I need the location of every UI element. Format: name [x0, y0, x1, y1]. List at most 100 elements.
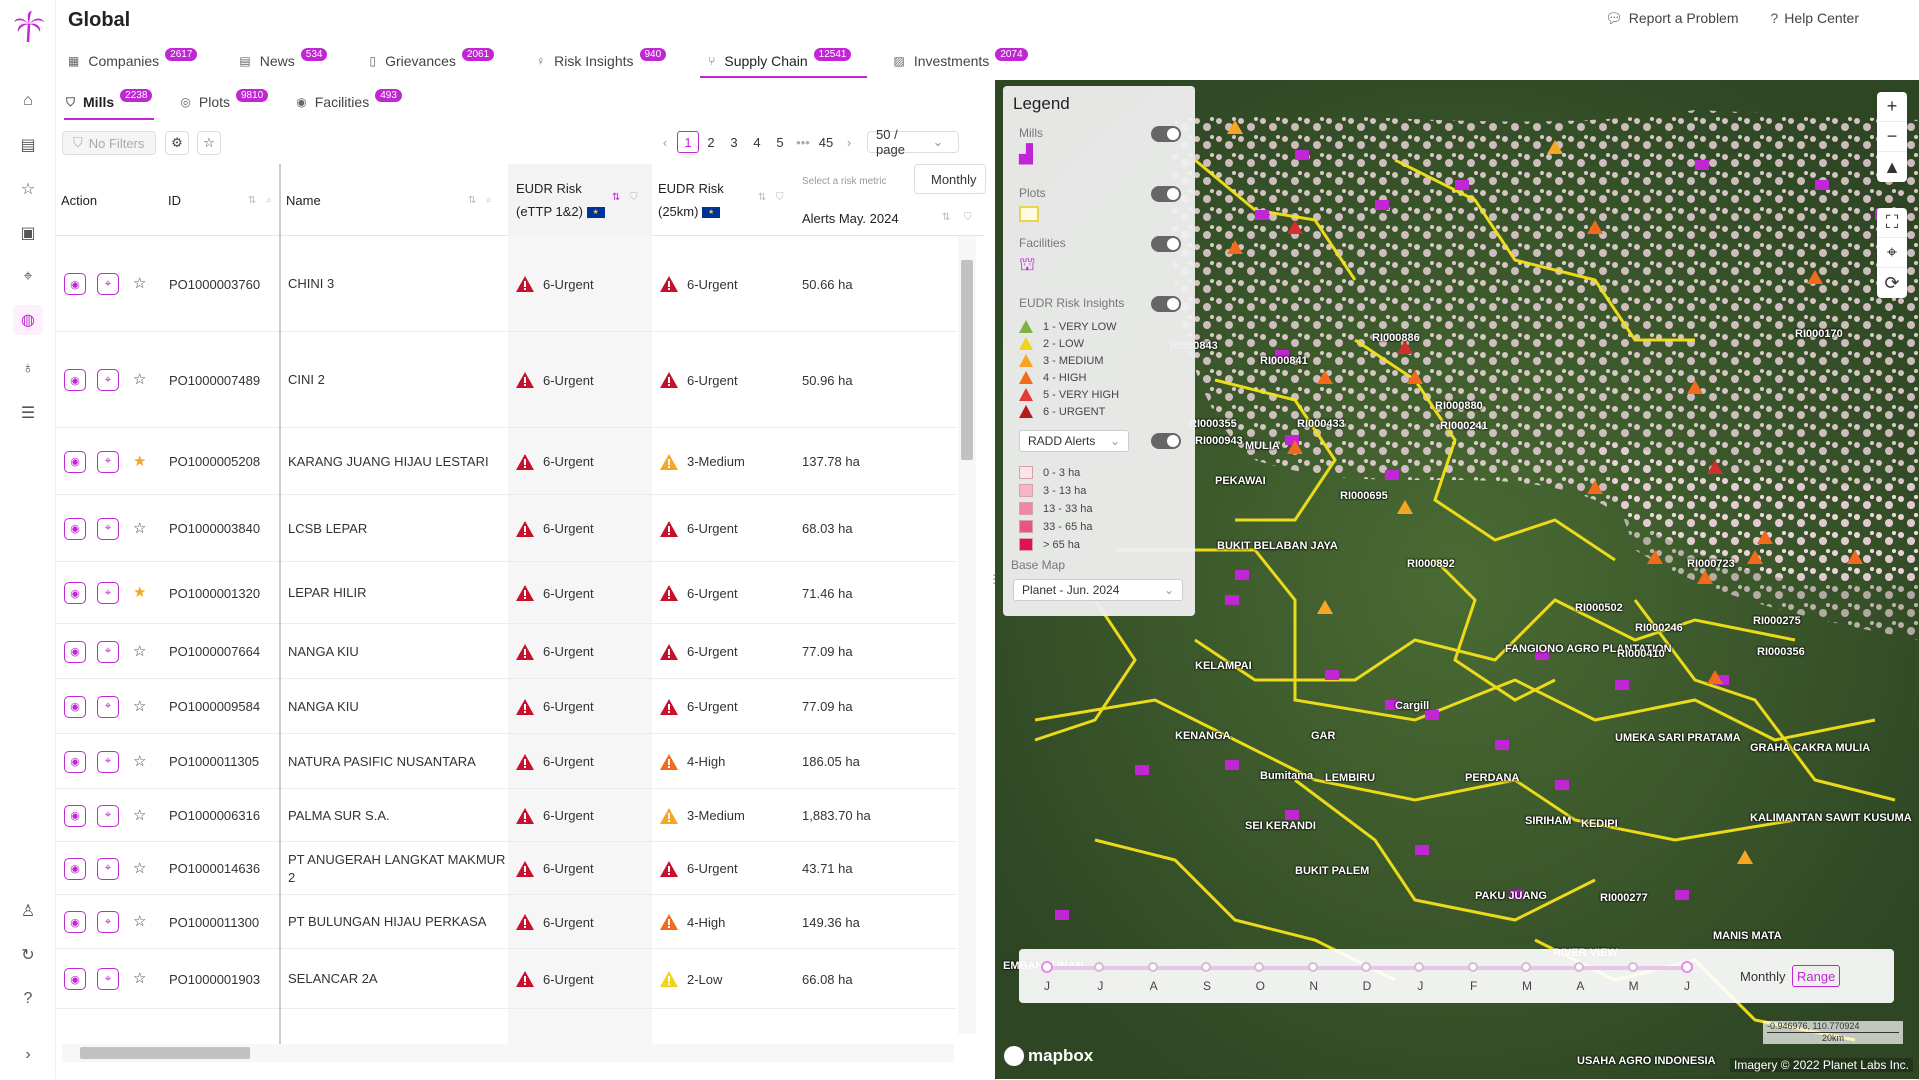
- slider-handle[interactable]: [1681, 961, 1693, 973]
- view-button[interactable]: ◉: [64, 968, 86, 990]
- header-eudr-ettp[interactable]: EUDR Risk (eTTP 1&2) ★ ⇅ ⛉: [508, 164, 652, 236]
- logout-nav-icon[interactable]: ↻: [13, 940, 43, 970]
- star-nav-icon[interactable]: ☆: [13, 174, 43, 204]
- horizontal-scrollbar[interactable]: [62, 1044, 954, 1062]
- scroll-thumb[interactable]: [961, 260, 973, 460]
- range-button[interactable]: Range: [1792, 965, 1841, 987]
- view-button[interactable]: ◉: [64, 750, 86, 773]
- plots-toggle[interactable]: [1151, 186, 1181, 202]
- eudr-toggle[interactable]: [1151, 296, 1181, 312]
- view-button[interactable]: ◉: [64, 911, 86, 933]
- sort-icon[interactable]: ⇅: [248, 195, 256, 206]
- favorite-star-icon[interactable]: ☆: [133, 642, 146, 660]
- help-nav-icon[interactable]: ?: [13, 984, 43, 1014]
- slider-mark[interactable]: [1414, 962, 1425, 972]
- view-button[interactable]: ◉: [64, 273, 86, 295]
- subtab-mills[interactable]: ⛉ Mills 2238: [63, 88, 155, 120]
- locate-on-map-button[interactable]: ⌖: [97, 640, 119, 663]
- favorite-star-icon[interactable]: ★: [133, 452, 146, 470]
- locate-button[interactable]: ⌖: [1877, 238, 1907, 268]
- locate-on-map-button[interactable]: ⌖: [97, 857, 119, 880]
- table-row[interactable]: ◉ ⌖ ★ PO1000001320 LEPAR HILIR 6-Urgent 6-Urge…: [56, 562, 956, 624]
- slider-mark[interactable]: [1307, 962, 1318, 972]
- no-filters-button[interactable]: ⛉ No Filters: [62, 131, 156, 155]
- locate-on-map-button[interactable]: ⌖: [97, 517, 119, 540]
- page-5[interactable]: 5: [769, 131, 791, 153]
- page-45[interactable]: 45: [815, 131, 837, 153]
- locate-on-map-button[interactable]: ⌖: [97, 968, 119, 990]
- tab-supply-chain[interactable]: ⑂ Supply Chain 12541: [700, 46, 868, 78]
- locate-on-map-button[interactable]: ⌖: [97, 911, 119, 933]
- view-button[interactable]: ◉: [64, 695, 86, 718]
- favorite-star-icon[interactable]: ☆: [133, 912, 146, 930]
- facilities-toggle[interactable]: [1151, 236, 1181, 252]
- table-row[interactable]: ◉ ⌖ ☆ PO1000007664 NANGA KIU 6-Urgent 6-Urgent…: [56, 624, 956, 679]
- rotate-button[interactable]: ⟳: [1877, 268, 1907, 298]
- tab-companies[interactable]: ▦ Companies 2617: [66, 46, 209, 76]
- locate-on-map-button[interactable]: ⌖: [97, 582, 119, 604]
- table-row[interactable]: ◉ ⌖ ☆ PO1000011300 PT BULUNGAN HIJAU PERKASA…: [56, 895, 956, 949]
- monthly-button[interactable]: Monthly: [1736, 965, 1790, 987]
- zoom-in-button[interactable]: +: [1877, 92, 1907, 122]
- calendar-nav-icon[interactable]: ▤: [13, 130, 43, 160]
- view-button[interactable]: ◉: [64, 640, 86, 663]
- compass-button[interactable]: ▲: [1877, 152, 1907, 182]
- subtab-plots[interactable]: ◎ Plots 9810: [180, 88, 269, 116]
- locate-on-map-button[interactable]: ⌖: [97, 450, 119, 473]
- favorite-star-icon[interactable]: ★: [133, 583, 146, 601]
- filter-icon[interactable]: ⛉: [630, 192, 638, 203]
- tab-grievances[interactable]: ▯ Grievances 2061: [367, 46, 506, 76]
- list-nav-icon[interactable]: ☰: [13, 398, 43, 428]
- filter-icon[interactable]: ⛉: [964, 212, 972, 223]
- favorite-star-icon[interactable]: ☆: [133, 752, 146, 770]
- slider-mark[interactable]: [1521, 962, 1531, 972]
- sort-icon[interactable]: ⇅: [942, 212, 950, 223]
- favorite-star-icon[interactable]: ☆: [133, 274, 146, 292]
- column-resizer[interactable]: [279, 164, 281, 1044]
- fullscreen-button[interactable]: ⛶: [1877, 208, 1907, 238]
- page-ellipsis[interactable]: •••: [792, 131, 814, 153]
- risk-metric-select[interactable]: Select a risk metric: [802, 176, 886, 187]
- panel-resize-handle[interactable]: ⋮: [988, 80, 1000, 1080]
- view-button[interactable]: ◉: [64, 369, 86, 391]
- slider-mark[interactable]: [1627, 962, 1638, 972]
- table-row[interactable]: ◉ ⌖ ☆ PO1000011305 NATURA PASIFIC NUSANTARA 6…: [56, 734, 956, 789]
- next-page-icon[interactable]: ›: [838, 131, 860, 153]
- sort-icon[interactable]: ⇅: [468, 195, 476, 206]
- lightbulb-nav-icon[interactable]: ♁: [13, 354, 43, 384]
- subtab-facilities[interactable]: ◉ Facilities 493: [296, 88, 402, 116]
- slider-mark[interactable]: [1254, 962, 1265, 972]
- locate-on-map-button[interactable]: ⌖: [97, 695, 119, 718]
- period-select[interactable]: Monthly: [914, 164, 986, 194]
- vertical-scrollbar[interactable]: [958, 236, 976, 1034]
- page-size-select[interactable]: 50 / page ⌄: [867, 127, 959, 157]
- search-icon[interactable]: ⌕: [486, 195, 492, 206]
- locate-on-map-button[interactable]: ⌖: [97, 273, 119, 295]
- palm-logo-icon[interactable]: [10, 8, 46, 44]
- search-icon[interactable]: ⌕: [266, 195, 272, 206]
- mills-toggle[interactable]: [1151, 126, 1181, 142]
- favorite-star-icon[interactable]: ☆: [133, 969, 146, 987]
- user-nav-icon[interactable]: ♙: [13, 896, 43, 926]
- locate-on-map-button[interactable]: ⌖: [97, 369, 119, 391]
- prev-page-icon[interactable]: ‹: [654, 131, 676, 153]
- tab-investments[interactable]: ▨ Investments 2074: [891, 46, 1039, 76]
- scroll-thumb[interactable]: [80, 1047, 250, 1059]
- page-3[interactable]: 3: [723, 131, 745, 153]
- slider-mark[interactable]: [1147, 962, 1158, 972]
- favorite-star-icon[interactable]: ☆: [133, 806, 146, 824]
- settings-button[interactable]: ⚙: [165, 131, 189, 155]
- page-1[interactable]: 1: [677, 131, 699, 153]
- base-map-select[interactable]: Planet - Jun. 2024 ⌄: [1013, 579, 1183, 601]
- favorite-star-icon[interactable]: ☆: [133, 370, 146, 388]
- expand-nav-icon[interactable]: ›: [13, 1040, 43, 1070]
- locate-on-map-button[interactable]: ⌖: [97, 804, 119, 827]
- radd-alerts-select[interactable]: RADD Alerts ⌄: [1019, 430, 1129, 452]
- zoom-out-button[interactable]: −: [1877, 122, 1907, 152]
- locate-on-map-button[interactable]: ⌖: [97, 750, 119, 773]
- target-nav-icon[interactable]: ⌖: [13, 262, 43, 292]
- sort-icon[interactable]: ⇅: [758, 192, 766, 203]
- table-row[interactable]: ◉ ⌖ ☆ PO1000001903 SELANCAR 2A 6-Urgent 2-Low 6…: [56, 949, 956, 1009]
- page-2[interactable]: 2: [700, 131, 722, 153]
- briefcase-nav-icon[interactable]: ▣: [13, 218, 43, 248]
